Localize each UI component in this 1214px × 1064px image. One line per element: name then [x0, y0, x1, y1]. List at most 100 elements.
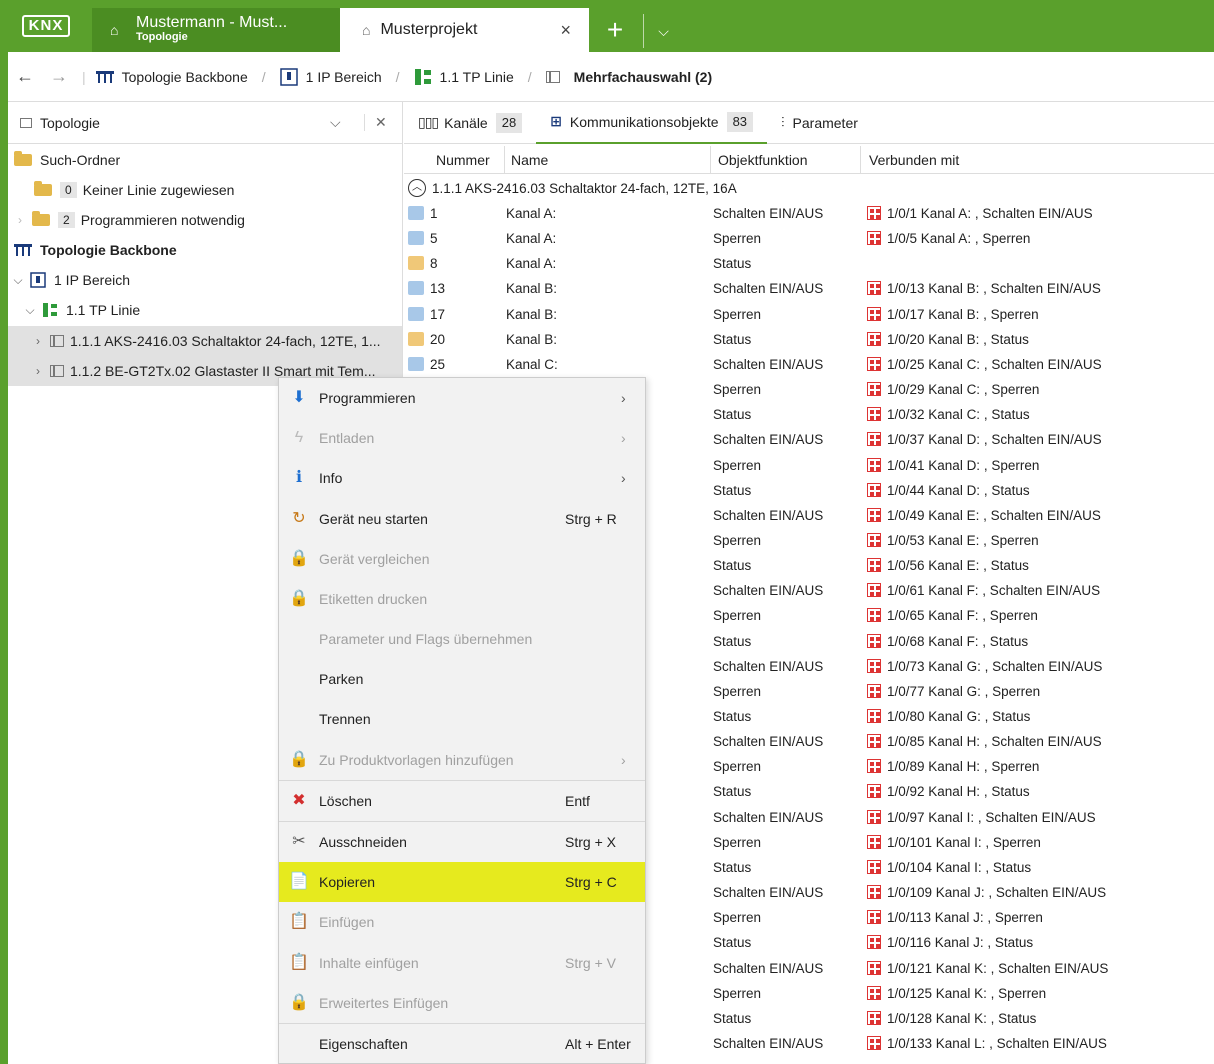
menu-item-inhalte-einfügen[interactable]: 📋 Inhalte einfügen Strg + V — [279, 943, 645, 983]
cell-objektfunktion: Status — [713, 709, 752, 724]
menu-item-programmieren[interactable]: ⬇ Programmieren › — [279, 378, 645, 418]
crumb-label: 1.1 TP Linie — [439, 68, 514, 85]
menu-item-eigenschaften[interactable]: Eigenschaften Alt + Enter — [279, 1024, 645, 1064]
column-nummer[interactable]: Nummer — [436, 152, 490, 168]
object-icon — [408, 256, 424, 271]
menu-item-parken[interactable]: Parken — [279, 659, 645, 699]
menu-item-erweitertes-einfügen[interactable]: 🔒 Erweitertes Einfügen — [279, 983, 645, 1023]
column-objektfunktion[interactable]: Objektfunktion — [718, 152, 808, 168]
connection-text: 1/0/113 Kanal J: , Sperren — [887, 910, 1043, 926]
cell-objektfunktion: Status — [713, 859, 752, 875]
group-address-icon — [867, 281, 881, 296]
crumb-tp-linie[interactable]: 1.1 TP Linie — [414, 68, 514, 86]
back-arrow-icon[interactable]: ← — [8, 66, 42, 87]
chevron-right-icon: › — [621, 470, 626, 486]
tab-kommunikationsobjekte[interactable]: ⊞ Kommunikationsobjekte 83 — [536, 102, 768, 144]
new-tab-button[interactable]: + — [595, 14, 635, 48]
discharge-icon: ϟ — [294, 429, 304, 446]
table-header: Nummer Name Objektfunktion Verbunden mit — [404, 146, 1214, 174]
table-row[interactable]: 5 Kanal A: Sperren 1/0/5 Kanal A: , Sperren — [404, 227, 1214, 252]
chevron-down-icon[interactable]: ⌵ — [330, 114, 341, 131]
cell-verbunden-mit: 1/0/49 Kanal E: , Schalten EIN/AUS — [867, 507, 1101, 523]
table-row[interactable]: 1 Kanal A: Schalten EIN/AUS 1/0/1 Kanal A: … — [404, 202, 1214, 227]
cell-verbunden-mit: 1/0/25 Kanal C: , Schalten EIN/AUS — [867, 356, 1102, 372]
tree-item-device-aks[interactable]: › 1.1.1 AKS-2416.03 Schaltaktor 24-fach,… — [8, 326, 402, 356]
cell-name: Kanal B: — [506, 281, 558, 297]
cell-verbunden-mit: 1/0/85 Kanal H: , Schalten EIN/AUS — [867, 734, 1102, 749]
sliders-icon: ⫶ — [781, 114, 785, 130]
tab-parameter[interactable]: ⫶ Parameter — [767, 102, 872, 144]
device-icon — [50, 335, 64, 347]
crumb-separator: / — [395, 68, 400, 85]
forward-arrow-icon[interactable]: → — [42, 66, 76, 87]
chevron-right-icon: › — [621, 752, 626, 768]
column-verbunden-mit[interactable]: Verbunden mit — [869, 152, 959, 168]
table-row[interactable]: 25 Kanal C: Schalten EIN/AUS 1/0/25 Kanal C… — [404, 353, 1214, 378]
tab-project-overview[interactable]: ⌂ Mustermann - Must... Topologie — [92, 8, 340, 52]
menu-item-gerät-neu-starten[interactable]: ↻ Gerät neu starten Strg + R — [279, 499, 645, 539]
cell-verbunden-mit: 1/0/104 Kanal I: , Status — [867, 859, 1031, 875]
connection-text: 1/0/85 Kanal H: , Schalten EIN/AUS — [887, 734, 1102, 750]
table-row[interactable]: 13 Kanal B: Schalten EIN/AUS 1/0/13 Kanal B… — [404, 277, 1214, 302]
chevron-down-icon[interactable]: ⌵ — [22, 303, 38, 318]
menu-item-trennen[interactable]: Trennen — [279, 699, 645, 739]
group-address-icon — [867, 809, 881, 824]
group-address-icon — [867, 532, 881, 547]
panel-header[interactable]: Topologie ⌵ ✕ — [8, 102, 402, 144]
tab-kanaele[interactable]: ▯▯▯ Kanäle 28 — [404, 102, 536, 144]
menu-item-einfügen[interactable]: 📋 Einfügen — [279, 902, 645, 942]
tree-item-such-ordner[interactable]: Such-Ordner — [14, 145, 120, 175]
menu-item-gerät-vergleichen[interactable]: 🔒 Gerät vergleichen — [279, 539, 645, 579]
chevron-down-icon[interactable]: ⌵ — [10, 273, 26, 288]
cell-verbunden-mit: 1/0/116 Kanal J: , Status — [867, 935, 1033, 950]
group-address-icon — [867, 583, 881, 598]
connection-text: 1/0/97 Kanal I: , Schalten EIN/AUS — [887, 809, 1096, 825]
tree-item-topologie-backbone[interactable]: Topologie Backbone — [14, 235, 177, 265]
tree-item-programmieren-notwendig[interactable]: › 2 Programmieren notwendig — [12, 205, 245, 235]
table-row[interactable]: 8 Kanal A: Status — [404, 252, 1214, 277]
chevron-right-icon[interactable]: › — [12, 213, 28, 227]
table-row[interactable]: 20 Kanal B: Status 1/0/20 Kanal B: , Status — [404, 328, 1214, 353]
connection-text: 1/0/73 Kanal G: , Schalten EIN/AUS — [887, 658, 1103, 674]
object-icon — [408, 281, 424, 296]
tab-musterprojekt[interactable]: ⌂ Musterprojekt × — [340, 8, 589, 52]
close-tab-icon[interactable]: × — [560, 20, 571, 41]
cell-nummer: 20 — [430, 331, 446, 347]
group-address-icon — [867, 633, 881, 648]
table-row[interactable]: 17 Kanal B: Sperren 1/0/17 Kanal B: , Sperr… — [404, 303, 1214, 328]
cell-verbunden-mit: 1/0/133 Kanal L: , Schalten EIN/AUS — [867, 1035, 1107, 1051]
menu-item-kopieren[interactable]: 📄 Kopieren Strg + C — [279, 862, 645, 902]
connection-text: 1/0/44 Kanal D: , Status — [887, 482, 1030, 498]
menu-item-parameter-und-flags-übernehmen[interactable]: Parameter und Flags übernehmen — [279, 619, 645, 659]
group-address-icon — [867, 960, 881, 975]
menu-item-info[interactable]: ℹ Info › — [279, 458, 645, 498]
tree-item-ip-bereich[interactable]: ⌵ 1 IP Bereich — [10, 265, 130, 295]
close-panel-icon[interactable]: ✕ — [364, 114, 387, 131]
crumb-topologie-backbone[interactable]: Topologie Backbone — [95, 69, 248, 85]
menu-item-ausschneiden[interactable]: ✂ Ausschneiden Strg + X — [279, 822, 645, 862]
tree-item-tp-linie[interactable]: ⌵ 1.1 TP Linie — [22, 295, 140, 325]
crumb-mehrfachauswahl[interactable]: Mehrfachauswahl (2) — [545, 69, 712, 85]
menu-shortcut: Alt + Enter — [565, 1036, 631, 1052]
group-address-icon — [867, 457, 881, 472]
collapse-icon[interactable]: ︿ — [408, 179, 426, 197]
tree-item-keiner-linie[interactable]: 0 Keiner Linie zugewiesen — [34, 175, 234, 205]
chevron-right-icon[interactable]: › — [30, 364, 46, 378]
menu-item-entladen[interactable]: ϟ Entladen › — [279, 418, 645, 458]
device-group-row[interactable]: ︿ 1.1.1 AKS-2416.03 Schaltaktor 24-fach,… — [404, 176, 737, 200]
menu-item-etiketten-drucken[interactable]: 🔒 Etiketten drucken — [279, 579, 645, 619]
column-name[interactable]: Name — [511, 152, 548, 168]
cell-verbunden-mit: 1/0/113 Kanal J: , Sperren — [867, 910, 1043, 925]
backbone-icon — [95, 70, 114, 83]
paste-icon: 📋 — [289, 954, 309, 971]
crumb-ip-bereich[interactable]: 1 IP Bereich — [279, 67, 382, 86]
connection-text: 1/0/77 Kanal G: , Sperren — [887, 683, 1041, 699]
tree-label: Such-Ordner — [40, 152, 121, 168]
chevron-down-icon[interactable]: ⌵ — [643, 14, 683, 48]
chevron-right-icon[interactable]: › — [30, 334, 46, 348]
menu-label: Zu Produktvorlagen hinzufügen — [319, 752, 514, 768]
connection-text: 1/0/92 Kanal H: , Status — [887, 784, 1030, 800]
menu-item-löschen[interactable]: ✖ Löschen Entf — [279, 781, 645, 821]
cell-nummer: 8 — [430, 256, 438, 272]
menu-item-zu-produktvorlagen-hinzufügen[interactable]: 🔒 Zu Produktvorlagen hinzufügen › — [279, 740, 645, 780]
